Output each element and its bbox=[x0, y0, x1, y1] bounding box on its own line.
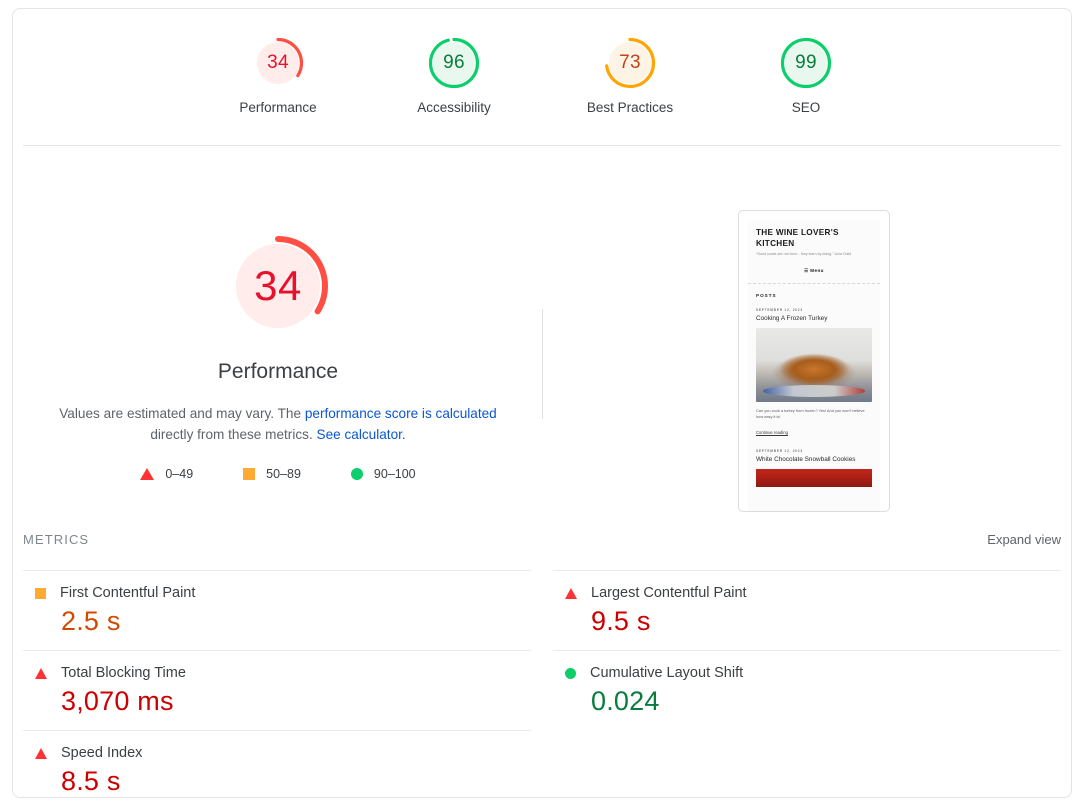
legend-label-pass: 90–100 bbox=[373, 467, 416, 481]
performance-hero-section: 34 Performance Values are estimated and … bbox=[13, 146, 1071, 528]
square-icon bbox=[35, 587, 46, 599]
screenshot-post1-date: SEPTEMBER 12, 2023 bbox=[756, 307, 803, 312]
metric-label: First Contentful Paint bbox=[60, 585, 196, 601]
accessibility-gauge-value: 96 bbox=[443, 52, 465, 73]
performance-score-calculated-link[interactable]: performance score is calculated bbox=[305, 406, 497, 421]
screenshot-post1-image bbox=[756, 327, 872, 402]
seo-gauge-ring: 99 bbox=[778, 35, 834, 91]
category-score-performance[interactable]: 34 Performance bbox=[224, 35, 332, 115]
triangle-icon bbox=[35, 747, 47, 759]
legend-item-average: 50–89 bbox=[243, 467, 301, 481]
performance-big-gauge[interactable]: 34 bbox=[222, 230, 334, 342]
accessibility-gauge-ring: 96 bbox=[426, 35, 482, 91]
metric-largest-contentful-paint[interactable]: Largest Contentful Paint 9.5 s bbox=[553, 570, 1061, 650]
legend-item-fail: 0–49 bbox=[140, 467, 193, 481]
best-practices-gauge-label: Best Practices bbox=[586, 100, 674, 115]
metric-first-contentful-paint[interactable]: First Contentful Paint 2.5 s bbox=[23, 570, 531, 650]
best-practices-gauge-ring: 73 bbox=[602, 35, 658, 91]
screenshot-posts-heading: POSTS bbox=[756, 292, 777, 298]
screenshot-page-preview: THE WINE LOVER'S KITCHEN "Good cooks are… bbox=[748, 220, 880, 511]
category-scores-strip: 34 Performance 96 Accessibility 73 Best … bbox=[13, 9, 1071, 146]
metric-head: Largest Contentful Paint bbox=[553, 585, 1061, 601]
performance-hero-left: 34 Performance Values are estimated and … bbox=[13, 146, 543, 481]
hero-description-text-2: directly from these metrics. bbox=[150, 427, 313, 442]
metric-cumulative-layout-shift[interactable]: Cumulative Layout Shift 0.024 bbox=[553, 650, 1061, 730]
category-scores-row: 34 Performance 96 Accessibility 73 Best … bbox=[13, 35, 1071, 115]
category-score-best-practices[interactable]: 73 Best Practices bbox=[576, 35, 684, 115]
metric-value: 3,070 ms bbox=[61, 686, 174, 716]
metric-value: 8.5 s bbox=[61, 766, 121, 796]
legend-item-pass: 90–100 bbox=[350, 467, 416, 481]
circle-icon bbox=[350, 468, 363, 480]
seo-gauge-label: SEO bbox=[791, 100, 821, 115]
metric-label: Largest Contentful Paint bbox=[591, 585, 747, 601]
square-icon bbox=[243, 468, 256, 480]
triangle-icon bbox=[140, 468, 155, 480]
triangle-icon bbox=[35, 667, 47, 679]
metric-head: Speed Index bbox=[23, 745, 531, 761]
best-practices-gauge-value: 73 bbox=[619, 52, 641, 73]
screenshot-post2-title: White Chocolate Snowball Cookies bbox=[756, 455, 856, 463]
screenshot-post1-excerpt: Can you cook a turkey from frozen? Yes! … bbox=[756, 407, 865, 420]
screenshot-post2-image bbox=[756, 468, 872, 487]
metric-head: Total Blocking Time bbox=[23, 665, 531, 681]
accessibility-gauge-label: Accessibility bbox=[417, 100, 491, 115]
page-screenshot-thumbnail[interactable]: THE WINE LOVER'S KITCHEN "Good cooks are… bbox=[738, 210, 890, 512]
seo-gauge-value: 99 bbox=[795, 52, 817, 73]
metric-value: 9.5 s bbox=[591, 606, 651, 636]
metric-total-blocking-time[interactable]: Total Blocking Time 3,070 ms bbox=[23, 650, 531, 730]
performance-gauge-ring: 34 bbox=[250, 35, 306, 91]
metric-label: Speed Index bbox=[61, 745, 143, 761]
triangle-icon bbox=[565, 587, 577, 599]
category-score-accessibility[interactable]: 96 Accessibility bbox=[400, 35, 508, 115]
score-legend: 0–49 50–89 90–100 bbox=[140, 467, 416, 481]
see-calculator-link[interactable]: See calculator. bbox=[317, 427, 406, 442]
screenshot-post1-title: Cooking A Frozen Turkey bbox=[756, 314, 828, 322]
circle-icon bbox=[565, 667, 576, 679]
metrics-column-right: Largest Contentful Paint 9.5 s Cumulativ… bbox=[553, 570, 1061, 797]
metric-label: Total Blocking Time bbox=[61, 665, 186, 681]
screenshot-continue-reading-link: Continue reading bbox=[756, 429, 788, 435]
performance-big-gauge-value: 34 bbox=[254, 262, 302, 309]
performance-gauge-value: 34 bbox=[267, 52, 289, 73]
screenshot-post2-date: SEPTEMBER 12, 2023 bbox=[756, 448, 803, 453]
screenshot-menu-button: ☰ Menu bbox=[748, 258, 880, 284]
performance-hero-description: Values are estimated and may vary. The p… bbox=[43, 403, 513, 445]
metric-value: 2.5 s bbox=[61, 606, 121, 636]
legend-label-average: 50–89 bbox=[266, 467, 301, 481]
legend-label-fail: 0–49 bbox=[165, 467, 194, 481]
screenshot-site-tagline: "Good cooks are not born... they learn b… bbox=[756, 252, 852, 256]
metrics-title: METRICS bbox=[23, 532, 90, 547]
metrics-section: METRICS Expand view First Contentful Pai… bbox=[13, 528, 1071, 797]
metric-speed-index[interactable]: Speed Index 8.5 s bbox=[23, 730, 531, 797]
hero-vertical-divider bbox=[542, 309, 543, 419]
hero-description-text-1: Values are estimated and may vary. The bbox=[59, 406, 305, 421]
category-score-seo[interactable]: 99 SEO bbox=[752, 35, 860, 115]
metric-label: Cumulative Layout Shift bbox=[590, 665, 744, 681]
metrics-column-left: First Contentful Paint 2.5 s Total Block… bbox=[23, 570, 531, 797]
metric-value: 0.024 bbox=[591, 686, 660, 716]
metrics-header: METRICS Expand view bbox=[13, 528, 1071, 562]
metric-head: Cumulative Layout Shift bbox=[553, 665, 1061, 681]
screenshot-site-title: THE WINE LOVER'S KITCHEN bbox=[756, 228, 839, 248]
performance-gauge-label: Performance bbox=[239, 100, 317, 115]
metric-head: First Contentful Paint bbox=[23, 585, 531, 601]
metrics-grid: First Contentful Paint 2.5 s Total Block… bbox=[23, 570, 1061, 797]
lighthouse-report-card: 34 Performance 96 Accessibility 73 Best … bbox=[12, 8, 1072, 798]
expand-view-button[interactable]: Expand view bbox=[987, 532, 1061, 547]
performance-hero-title: Performance bbox=[217, 360, 339, 383]
